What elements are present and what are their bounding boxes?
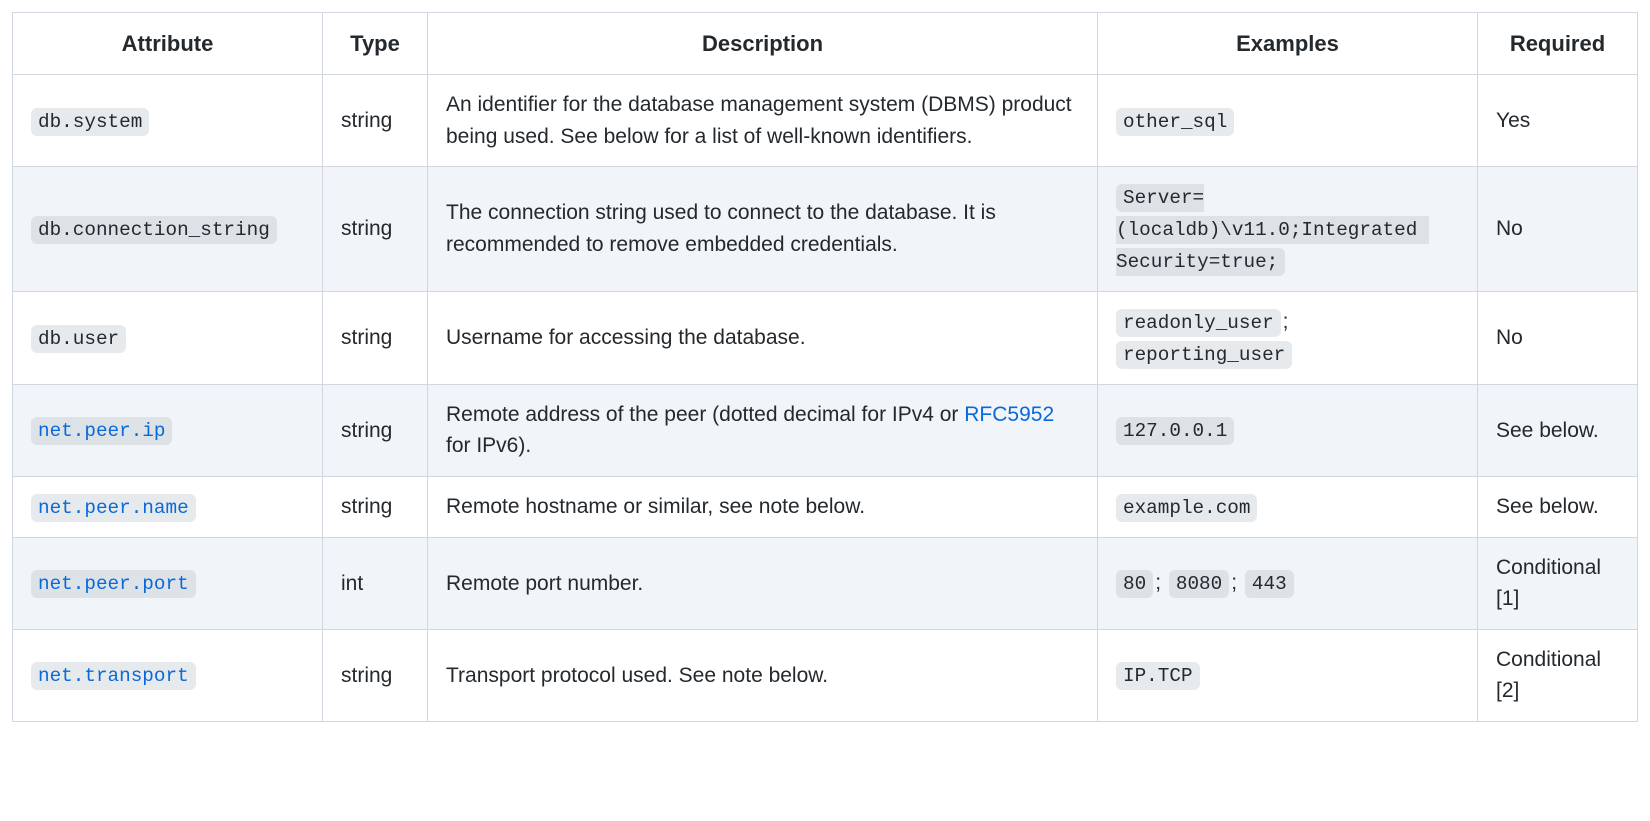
cell-description: Transport protocol used. See note below. bbox=[428, 629, 1098, 721]
description-link[interactable]: RFC5952 bbox=[964, 403, 1054, 426]
cell-type: string bbox=[323, 476, 428, 537]
header-examples: Examples bbox=[1098, 13, 1478, 75]
cell-attribute: net.peer.port bbox=[13, 537, 323, 629]
example-code: Server=(localdb)\v11.0;Integrated Securi… bbox=[1116, 184, 1429, 276]
cell-description: The connection string used to connect to… bbox=[428, 167, 1098, 292]
description-text: The connection string used to connect to… bbox=[446, 201, 996, 256]
description-text: Remote hostname or similar, see note bel… bbox=[446, 495, 865, 518]
attribute-link[interactable]: net.transport bbox=[31, 663, 196, 686]
cell-attribute: net.peer.name bbox=[13, 476, 323, 537]
cell-examples: IP.TCP bbox=[1098, 629, 1478, 721]
cell-examples: 80; 8080; 443 bbox=[1098, 537, 1478, 629]
example-code: readonly_user bbox=[1116, 309, 1281, 337]
table-row: net.peer.name string Remote hostname or si… bbox=[13, 476, 1638, 537]
table-row: net.peer.ip string Remote address of the p… bbox=[13, 384, 1638, 476]
attribute-code: net.transport bbox=[31, 662, 196, 690]
table-row: net.transport string Transport protocol us… bbox=[13, 629, 1638, 721]
description-text: for IPv6). bbox=[446, 434, 531, 457]
cell-examples: 127.0.0.1 bbox=[1098, 384, 1478, 476]
description-text: Remote address of the peer (dotted decim… bbox=[446, 403, 964, 426]
cell-description: Remote hostname or similar, see note bel… bbox=[428, 476, 1098, 537]
cell-attribute: db.connection_string bbox=[13, 167, 323, 292]
cell-type: string bbox=[323, 75, 428, 167]
attribute-code: db.connection_string bbox=[31, 216, 277, 244]
attribute-code: net.peer.port bbox=[31, 570, 196, 598]
attributes-table: Attribute Type Description Examples Requ… bbox=[12, 12, 1638, 722]
table-header-row: Attribute Type Description Examples Requ… bbox=[13, 13, 1638, 75]
cell-type: string bbox=[323, 167, 428, 292]
cell-description: Remote address of the peer (dotted decim… bbox=[428, 384, 1098, 476]
cell-type: int bbox=[323, 537, 428, 629]
attribute-code: net.peer.name bbox=[31, 494, 196, 522]
cell-description: Remote port number. bbox=[428, 537, 1098, 629]
table-row: db.user string Username for accessing the … bbox=[13, 291, 1638, 384]
cell-type: string bbox=[323, 384, 428, 476]
cell-required: No bbox=[1478, 167, 1638, 292]
example-separator: ; bbox=[1153, 571, 1169, 594]
cell-required: Yes bbox=[1478, 75, 1638, 167]
description-text: Transport protocol used. See note below. bbox=[446, 664, 828, 687]
example-code: example.com bbox=[1116, 494, 1257, 522]
cell-required: Conditional [2] bbox=[1478, 629, 1638, 721]
example-code: other_sql bbox=[1116, 108, 1234, 136]
cell-description: An identifier for the database managemen… bbox=[428, 75, 1098, 167]
cell-required: No bbox=[1478, 291, 1638, 384]
attribute-link[interactable]: net.peer.name bbox=[31, 495, 196, 518]
example-code: reporting_user bbox=[1116, 341, 1292, 369]
attribute-code: db.system bbox=[31, 108, 149, 136]
header-required: Required bbox=[1478, 13, 1638, 75]
cell-type: string bbox=[323, 291, 428, 384]
attribute-code: net.peer.ip bbox=[31, 417, 172, 445]
header-description: Description bbox=[428, 13, 1098, 75]
attribute-link[interactable]: net.peer.port bbox=[31, 571, 196, 594]
description-text: An identifier for the database managemen… bbox=[446, 93, 1072, 148]
example-code: 443 bbox=[1245, 570, 1294, 598]
table-row: db.system string An identifier for the dat… bbox=[13, 75, 1638, 167]
cell-examples: readonly_user; reporting_user bbox=[1098, 291, 1478, 384]
cell-required: See below. bbox=[1478, 476, 1638, 537]
example-code: IP.TCP bbox=[1116, 662, 1200, 690]
cell-examples: Server=(localdb)\v11.0;Integrated Securi… bbox=[1098, 167, 1478, 292]
cell-attribute: db.user bbox=[13, 291, 323, 384]
cell-examples: example.com bbox=[1098, 476, 1478, 537]
example-code: 80 bbox=[1116, 570, 1153, 598]
header-type: Type bbox=[323, 13, 428, 75]
description-text: Remote port number. bbox=[446, 572, 643, 595]
cell-attribute: db.system bbox=[13, 75, 323, 167]
attribute-code: db.user bbox=[31, 325, 126, 353]
example-separator: ; bbox=[1281, 310, 1291, 333]
description-text: Username for accessing the database. bbox=[446, 326, 806, 349]
cell-required: Conditional [1] bbox=[1478, 537, 1638, 629]
cell-attribute: net.peer.ip bbox=[13, 384, 323, 476]
table-row: db.connection_string string The connection… bbox=[13, 167, 1638, 292]
cell-type: string bbox=[323, 629, 428, 721]
example-code: 127.0.0.1 bbox=[1116, 417, 1234, 445]
table-row: net.peer.port int Remote port number. 80; 8… bbox=[13, 537, 1638, 629]
cell-examples: other_sql bbox=[1098, 75, 1478, 167]
cell-attribute: net.transport bbox=[13, 629, 323, 721]
cell-description: Username for accessing the database. bbox=[428, 291, 1098, 384]
example-separator: ; bbox=[1229, 571, 1245, 594]
header-attribute: Attribute bbox=[13, 13, 323, 75]
cell-required: See below. bbox=[1478, 384, 1638, 476]
attribute-link[interactable]: net.peer.ip bbox=[31, 418, 172, 441]
example-code: 8080 bbox=[1169, 570, 1229, 598]
